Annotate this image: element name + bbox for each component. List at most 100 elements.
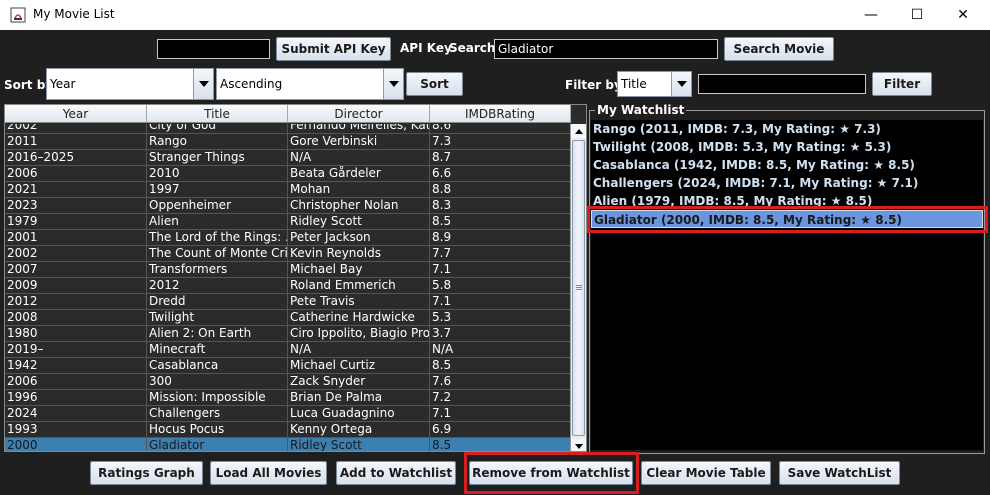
table-cell: 5.3 [430, 310, 571, 326]
table-row[interactable]: 2024 Challengers Luca Guadagnino 7.1 [5, 406, 571, 422]
table-cell: Ridley Scott [288, 438, 430, 451]
column-header-title[interactable]: Title [147, 105, 288, 123]
sort-order-value: Ascending [220, 77, 283, 91]
sort-order-select[interactable]: Ascending [216, 68, 404, 100]
filter-field-select[interactable]: Title [617, 71, 692, 97]
chevron-down-icon[interactable] [671, 72, 691, 96]
table-cell: 2008 [5, 310, 147, 326]
table-row[interactable]: 2008 Twilight Catherine Hardwicke 5.3 [5, 310, 571, 326]
table-cell: 8.8 [430, 182, 571, 198]
chevron-down-icon[interactable] [193, 69, 213, 99]
watchlist-list[interactable]: Rango (2011, IMDB: 7.3, My Rating: ★ 7.3… [591, 120, 983, 450]
search-movie-button[interactable]: Search Movie [724, 37, 834, 61]
watchlist-item[interactable]: Rango (2011, IMDB: 7.3, My Rating: ★ 7.3… [591, 120, 983, 138]
scrollbar-thumb[interactable] [572, 140, 585, 436]
sort-field-select[interactable]: Year [46, 68, 214, 100]
table-cell: Dredd [147, 294, 288, 310]
table-cell: 8.3 [430, 198, 571, 214]
table-cell: Transformers [147, 262, 288, 278]
table-row[interactable]: 2009 2012 Roland Emmerich 5.8 [5, 278, 571, 294]
table-cell: 7.1 [430, 294, 571, 310]
ratings-graph-button[interactable]: Ratings Graph [90, 461, 203, 485]
table-cell: 2001 [5, 230, 147, 246]
table-cell: Catherine Hardwicke [288, 310, 430, 326]
table-cell: Rango [147, 134, 288, 150]
close-icon: ✕ [957, 7, 969, 23]
table-cell: Gladiator [147, 438, 288, 451]
table-row[interactable]: 2021 1997 Mohan 8.8 [5, 182, 571, 198]
table-cell: Minecraft [147, 342, 288, 358]
table-cell: Christopher Nolan [288, 198, 430, 214]
table-row[interactable]: 1996 Mission: Impossible Brian De Palma 7.2 [5, 390, 571, 406]
table-cell: 8.7 [430, 150, 571, 166]
minimize-button[interactable]: — [848, 0, 894, 30]
watchlist-item[interactable]: Challengers (2024, IMDB: 7.1, My Rating:… [591, 174, 983, 192]
table-row[interactable]: 2002 The Count of Monte Cri... Kevin Reyno… [5, 246, 571, 262]
api-key-label: API Key [400, 41, 452, 55]
filter-input[interactable] [698, 74, 866, 94]
watchlist-item[interactable]: Alien (1979, IMDB: 8.5, My Rating: ★ 8.5… [591, 192, 983, 210]
table-cell: 7.3 [430, 134, 571, 150]
submit-api-key-button[interactable]: Submit API Key [276, 37, 391, 61]
table-row[interactable]: 2002 City of God Fernando Meirelles, Kat..… [5, 124, 571, 134]
column-header-year[interactable]: Year [5, 105, 147, 123]
clear-movie-table-button[interactable]: Clear Movie Table [641, 461, 771, 485]
chevron-down-icon[interactable] [383, 69, 403, 99]
table-row[interactable]: 2001 The Lord of the Rings: ... Peter Jack… [5, 230, 571, 246]
api-key-input[interactable] [157, 39, 270, 59]
table-row[interactable]: 1993 Hocus Pocus Kenny Ortega 6.9 [5, 422, 571, 438]
table-cell: 300 [147, 374, 288, 390]
table-cell: Hocus Pocus [147, 422, 288, 438]
column-header-director[interactable]: Director [288, 105, 430, 123]
table-cell: 1996 [5, 390, 147, 406]
table-cell: 3.7 [430, 326, 571, 342]
add-to-watchlist-button[interactable]: Add to Watchlist [336, 461, 456, 485]
table-cell: 2006 [5, 166, 147, 182]
table-cell: Michael Bay [288, 262, 430, 278]
table-row[interactable]: 1942 Casablanca Michael Curtiz 8.5 [5, 358, 571, 374]
scroll-down-icon[interactable] [571, 439, 586, 451]
table-cell: Oppenheimer [147, 198, 288, 214]
table-cell: 5.8 [430, 278, 571, 294]
table-cell: 2006 [5, 374, 147, 390]
table-row[interactable]: 2016–2025 Stranger Things N/A 8.7 [5, 150, 571, 166]
table-cell: Kevin Reynolds [288, 246, 430, 262]
watchlist-item[interactable]: Twilight (2008, IMDB: 5.3, My Rating: ★ … [591, 138, 983, 156]
filter-button[interactable]: Filter [872, 72, 932, 96]
table-cell: 1980 [5, 326, 147, 342]
table-row[interactable]: 2006 300 Zack Snyder 7.6 [5, 374, 571, 390]
save-watchlist-button[interactable]: Save WatchList [779, 461, 900, 485]
table-row[interactable]: 1979 Alien Ridley Scott 8.5 [5, 214, 571, 230]
table-row[interactable]: 2011 Rango Gore Verbinski 7.3 [5, 134, 571, 150]
window-title: My Movie List [33, 7, 115, 21]
search-input[interactable]: Gladiator [494, 39, 718, 59]
table-cell: Ridley Scott [288, 214, 430, 230]
table-row[interactable]: 2019– Minecraft N/A N/A [5, 342, 571, 358]
close-button[interactable]: ✕ [940, 0, 986, 30]
watchlist-item[interactable]: Gladiator (2000, IMDB: 8.5, My Rating: ★… [591, 210, 983, 228]
sort-field-value: Year [50, 77, 76, 91]
sort-button[interactable]: Sort [406, 72, 463, 96]
scroll-up-icon[interactable] [571, 124, 586, 138]
table-scrollbar[interactable] [570, 124, 586, 451]
table-rows: 2002 City of God Fernando Meirelles, Kat..… [5, 124, 571, 451]
table-cell: 8.5 [430, 214, 571, 230]
table-row[interactable]: 1980 Alien 2: On Earth Ciro Ippolito, Biag… [5, 326, 571, 342]
table-cell: Brian De Palma [288, 390, 430, 406]
table-cell: 1942 [5, 358, 147, 374]
table-cell: Beata Gårdeler [288, 166, 430, 182]
table-row[interactable]: 2007 Transformers Michael Bay 7.1 [5, 262, 571, 278]
watchlist-item[interactable]: Casablanca (1942, IMDB: 8.5, My Rating: … [591, 156, 983, 174]
table-header: Year Title Director IMDBRating [5, 105, 571, 123]
title-bar: My Movie List — ☐ ✕ [0, 0, 990, 30]
remove-from-watchlist-button[interactable]: Remove from Watchlist [469, 461, 633, 485]
table-row[interactable]: 2023 Oppenheimer Christopher Nolan 8.3 [5, 198, 571, 214]
table-row[interactable]: 2000 Gladiator Ridley Scott 8.5 [5, 438, 571, 451]
maximize-button[interactable]: ☐ [894, 0, 940, 30]
watchlist-title: My Watchlist [595, 103, 687, 117]
table-row[interactable]: 2012 Dredd Pete Travis 7.1 [5, 294, 571, 310]
load-all-movies-button[interactable]: Load All Movies [210, 461, 327, 485]
table-cell: 2002 [5, 246, 147, 262]
table-row[interactable]: 2006 2010 Beata Gårdeler 6.6 [5, 166, 571, 182]
column-header-imdb-rating[interactable]: IMDBRating [430, 105, 571, 123]
